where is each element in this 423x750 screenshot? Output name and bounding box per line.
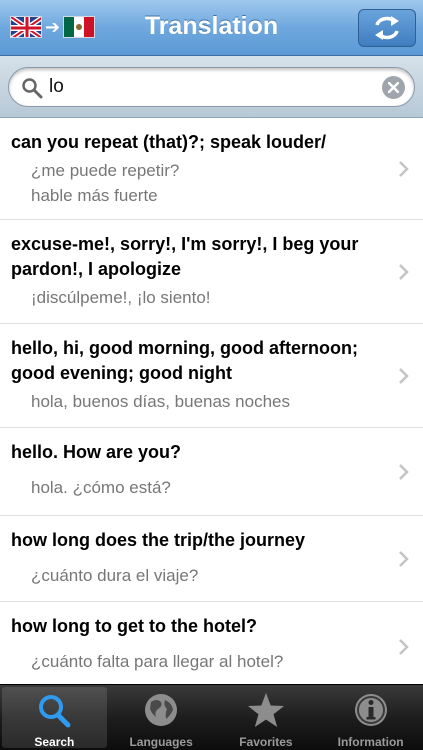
clear-icon[interactable] <box>382 76 405 99</box>
tab-label: Information <box>337 735 404 749</box>
chevron-right-icon <box>399 463 409 480</box>
search-input[interactable] <box>49 75 369 99</box>
tab-bar: Search Languages Favorites Information <box>0 684 423 750</box>
tab-favorites[interactable]: Favorites <box>214 685 319 750</box>
spanish-translation: ¡discúlpeme!, ¡lo siento! <box>31 288 211 307</box>
tab-search[interactable]: Search <box>2 687 107 749</box>
chevron-right-icon <box>399 263 409 280</box>
chevron-right-icon <box>399 638 409 655</box>
list-item[interactable]: hello, hi, good morning, good afternoon;… <box>0 324 423 428</box>
info-icon <box>351 691 391 729</box>
english-phrase: how long to get to the hotel? <box>11 616 257 636</box>
list-item[interactable]: can you repeat (that)?; speak louder/ ¿m… <box>0 118 423 220</box>
english-phrase: hello. How are you? <box>11 442 182 462</box>
chevron-right-icon <box>399 550 409 567</box>
results-list: can you repeat (that)?; speak louder/ ¿m… <box>0 118 423 684</box>
swap-arrows-icon <box>375 16 399 40</box>
spanish-translation: hola. ¿cómo está? <box>31 478 171 497</box>
tab-label: Search <box>34 735 75 749</box>
english-phrase: excuse-me!, sorry!, I'm sorry!, I beg yo… <box>11 234 359 279</box>
english-phrase: how long does the trip/the journey <box>11 530 306 550</box>
globe-icon <box>141 691 181 729</box>
spanish-translation: ¿cuánto falta para llegar al hotel? <box>31 652 284 671</box>
list-item[interactable]: how long does the trip/the journey ¿cuán… <box>0 516 423 602</box>
chevron-right-icon <box>399 367 409 384</box>
navigation-bar: ➔ Translation <box>0 0 423 56</box>
english-phrase: can you repeat (that)?; speak louder/ <box>11 132 327 152</box>
english-phrase: hello, hi, good morning, good afternoon;… <box>11 338 358 383</box>
list-item[interactable]: excuse-me!, sorry!, I'm sorry!, I beg yo… <box>0 220 423 324</box>
search-icon <box>22 78 43 99</box>
spanish-translation: hola, buenos días, buenas noches <box>31 392 290 411</box>
swap-languages-button[interactable] <box>358 9 416 47</box>
list-item[interactable]: how long to get to the hotel? ¿cuánto fa… <box>0 602 423 684</box>
search-field[interactable] <box>8 67 415 107</box>
tab-information[interactable]: Information <box>318 685 423 750</box>
tab-languages[interactable]: Languages <box>109 685 214 750</box>
spanish-translation: ¿me puede repetir? hable más fuerte <box>31 161 180 205</box>
spanish-translation: ¿cuánto dura el viaje? <box>31 566 199 585</box>
search-bar <box>0 56 423 118</box>
star-icon <box>246 691 286 729</box>
search-icon <box>34 693 74 729</box>
tab-label: Favorites <box>239 735 293 749</box>
list-item[interactable]: hello. How are you? hola. ¿cómo está? <box>0 428 423 516</box>
tab-label: Languages <box>129 735 193 749</box>
chevron-right-icon <box>399 160 409 177</box>
